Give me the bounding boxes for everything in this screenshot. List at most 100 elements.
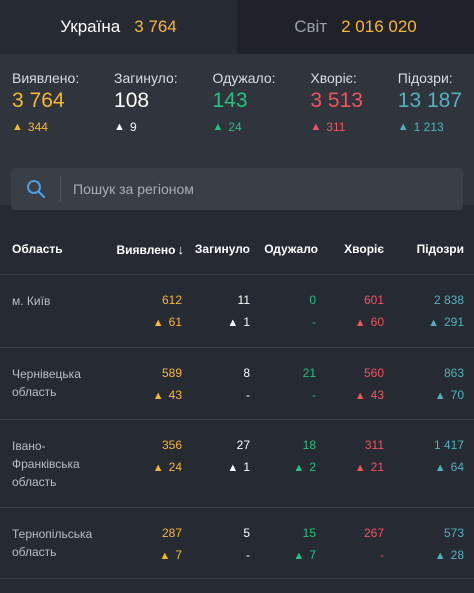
search-bar[interactable]	[11, 168, 463, 210]
table-header: Область Виявлено ↓ Загинуло Одужало Хворі…	[0, 238, 474, 262]
arrow-up-icon: ▲	[310, 121, 322, 133]
dead-value: 5	[243, 526, 250, 540]
header-sick[interactable]: Хворіє	[344, 242, 384, 256]
recovered-value: 15	[302, 526, 316, 540]
arrow-up-icon: ▲	[227, 462, 239, 474]
header-recovered[interactable]: Одужало	[264, 242, 318, 256]
arrow-up-icon: ▲	[152, 390, 164, 402]
dead-delta-value: 1	[243, 460, 250, 474]
table-row[interactable]: Тернопільська область 287 ▲ 7 5 - 15 ▲ 7 2…	[0, 507, 474, 579]
suspected-value: 1 417	[433, 438, 464, 452]
sick-delta-value: 43	[370, 388, 384, 402]
sick-value: 267	[363, 526, 384, 540]
detected-delta: ▲ 24	[153, 460, 182, 474]
stat-value: 3 513	[310, 89, 363, 112]
stat-delta-value: 1 213	[413, 120, 444, 134]
recovered-value: 21	[302, 366, 316, 380]
arrow-up-icon: ▲	[159, 550, 171, 562]
arrow-up-icon: ▲	[434, 550, 446, 562]
tab-world[interactable]: Світ 2 016 020	[237, 0, 474, 54]
detected-delta: ▲ 43	[153, 388, 182, 402]
detected-value: 612	[161, 293, 182, 307]
recovered-delta: -	[312, 388, 316, 402]
arrow-up-icon: ▲	[152, 462, 164, 474]
header-detected[interactable]: Виявлено ↓	[117, 242, 184, 257]
sort-down-icon: ↓	[177, 242, 185, 257]
search-icon[interactable]	[11, 176, 61, 202]
detected-delta: ▲ 7	[159, 548, 182, 562]
sick-value: 560	[363, 366, 384, 380]
stat-value: 143	[212, 89, 248, 112]
detected-value: 356	[161, 438, 182, 452]
detected-delta-value: 61	[168, 315, 182, 329]
suspected-delta-value: 28	[450, 548, 464, 562]
suspected-value: 863	[443, 366, 464, 380]
search-input[interactable]	[61, 181, 463, 197]
detected-delta-value: 43	[168, 388, 182, 402]
stat-delta: ▲ 344	[12, 120, 79, 134]
detected-delta-value: 24	[168, 460, 182, 474]
arrow-up-icon: ▲	[212, 121, 224, 133]
stat-value: 3 764	[12, 89, 65, 112]
stat-delta: ▲ 9	[114, 120, 178, 134]
sick-delta: ▲ 60	[355, 315, 384, 329]
stat-delta: ▲ 1 213	[398, 120, 462, 134]
suspected-delta-value: 64	[450, 460, 464, 474]
stat-delta-value: 24	[228, 120, 242, 134]
tab-ukraine[interactable]: Україна 3 764	[0, 0, 237, 54]
regions-table: м. Київ 612 ▲ 61 11 ▲ 1 0 - 601 ▲ 60 2 838 …	[0, 274, 474, 579]
stat-delta-value: 9	[129, 120, 137, 134]
detected-value: 589	[161, 366, 182, 380]
stat-delta: ▲ 311	[310, 120, 363, 134]
sick-delta-value: 60	[370, 315, 384, 329]
dead-value: 8	[243, 366, 250, 380]
tab-world-label: Світ	[294, 17, 328, 36]
tab-world-value: 2 016 020	[341, 17, 417, 36]
header-region[interactable]: Область	[12, 242, 63, 256]
detected-delta: ▲ 61	[153, 315, 182, 329]
arrow-up-icon: ▲	[114, 121, 125, 133]
detected-delta-value: 7	[175, 548, 182, 562]
stat-value: 13 187	[397, 89, 462, 112]
tab-ukraine-label: Україна	[60, 17, 121, 36]
table-row[interactable]: Чернівецька область 589 ▲ 43 8 - 21 - 560…	[0, 347, 474, 419]
arrow-up-icon: ▲	[354, 462, 366, 474]
arrow-up-icon: ▲	[354, 390, 366, 402]
suspected-value: 573	[443, 526, 464, 540]
stat-delta: ▲ 24	[212, 120, 275, 134]
recovered-value: 0	[309, 293, 316, 307]
dead-delta: ▲ 1	[227, 315, 250, 329]
header-dead[interactable]: Загинуло	[195, 242, 250, 256]
dead-delta: ▲ 1	[227, 460, 250, 474]
arrow-up-icon: ▲	[152, 317, 164, 329]
stat-label: Хворіє:	[310, 70, 357, 86]
suspected-delta: ▲ 291	[428, 315, 464, 329]
table-row[interactable]: м. Київ 612 ▲ 61 11 ▲ 1 0 - 601 ▲ 60 2 838 …	[0, 274, 474, 347]
region-name: Чернівецька область	[12, 367, 81, 399]
sick-delta: -	[380, 548, 384, 562]
stat-delta-value: 344	[27, 120, 48, 134]
dead-value: 11	[237, 293, 250, 307]
sick-value: 311	[364, 438, 384, 452]
stat-delta-value: 311	[326, 120, 346, 134]
arrow-up-icon: ▲	[12, 121, 23, 133]
recovered-delta: -	[312, 315, 316, 329]
suspected-delta: ▲ 28	[435, 548, 464, 562]
dead-delta: -	[246, 548, 250, 562]
arrow-up-icon: ▲	[293, 462, 305, 474]
region-tabs: Україна 3 764 Світ 2 016 020	[0, 0, 474, 54]
table-row[interactable]: Івано-Франківська область 356 ▲ 24 27 ▲ 1 …	[0, 419, 474, 507]
recovered-delta-value: 7	[309, 548, 316, 562]
recovered-delta: ▲ 7	[293, 548, 316, 562]
stat-label: Підозри:	[397, 70, 453, 86]
arrow-up-icon: ▲	[397, 121, 409, 133]
arrow-up-icon: ▲	[293, 550, 305, 562]
suspected-delta: ▲ 70	[435, 388, 464, 402]
arrow-up-icon: ▲	[227, 317, 239, 329]
dead-delta-value: 1	[243, 315, 250, 329]
header-suspected[interactable]: Підозри	[417, 242, 464, 256]
dead-value: 27	[236, 438, 250, 452]
sick-value: 601	[363, 293, 384, 307]
stat-label: Загинуло:	[114, 70, 178, 86]
stat-value: 108	[114, 89, 150, 112]
